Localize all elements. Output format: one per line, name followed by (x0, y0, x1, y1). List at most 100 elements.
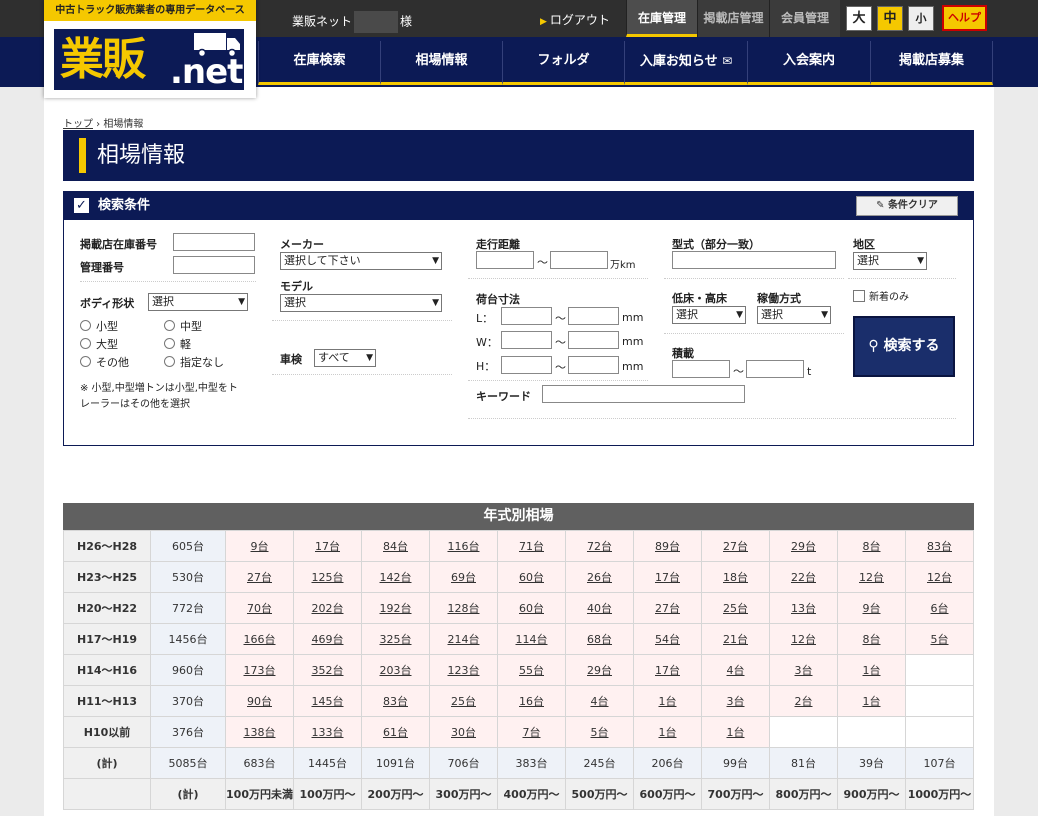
count-link-cell[interactable]: 90台 (225, 685, 294, 717)
nav-market-info[interactable]: 相場情報 (380, 41, 502, 85)
count-link-cell[interactable]: 68台 (565, 623, 634, 655)
count-link-cell[interactable]: 1台 (633, 685, 702, 717)
manage-no-input[interactable] (173, 256, 255, 274)
count-link-cell[interactable]: 17台 (633, 654, 702, 686)
count-link-cell[interactable]: 13台 (769, 592, 838, 624)
count-link-cell[interactable]: 29台 (565, 654, 634, 686)
count-link-cell[interactable]: 12台 (905, 561, 974, 593)
nav-folder[interactable]: フォルダ (502, 41, 624, 85)
bed-l-max-input[interactable] (568, 307, 619, 325)
count-link-cell[interactable]: 138台 (225, 716, 294, 748)
count-link-cell[interactable]: 17台 (293, 530, 362, 562)
font-size-small-button[interactable]: 小 (908, 6, 934, 31)
count-link-cell[interactable]: 4台 (565, 685, 634, 717)
radio-large[interactable]: 大型 (80, 336, 118, 352)
count-link-cell[interactable]: 21台 (701, 623, 770, 655)
count-link-cell[interactable]: 83台 (905, 530, 974, 562)
tab-stock-management[interactable]: 在庫管理 (626, 0, 697, 37)
clear-conditions-button[interactable]: ✎ 条件クリア (856, 196, 958, 216)
count-link-cell[interactable]: 71台 (497, 530, 566, 562)
count-link-cell[interactable]: 352台 (293, 654, 362, 686)
load-max-input[interactable] (746, 360, 804, 378)
count-link-cell[interactable]: 72台 (565, 530, 634, 562)
region-select[interactable]: 選択 ▼ (853, 252, 927, 270)
font-size-medium-button[interactable]: 中 (877, 6, 903, 31)
count-link-cell[interactable]: 1台 (837, 685, 906, 717)
count-link-cell[interactable]: 12台 (837, 561, 906, 593)
count-link-cell[interactable]: 192台 (361, 592, 430, 624)
count-link-cell[interactable]: 214台 (429, 623, 498, 655)
count-link-cell[interactable]: 5台 (905, 623, 974, 655)
count-link-cell[interactable]: 9台 (837, 592, 906, 624)
count-link-cell[interactable]: 1台 (633, 716, 702, 748)
count-link-cell[interactable]: 4台 (701, 654, 770, 686)
count-link-cell[interactable]: 29台 (769, 530, 838, 562)
nav-stock-search[interactable]: 在庫検索 (258, 41, 380, 85)
bed-w-max-input[interactable] (568, 331, 619, 349)
count-link-cell[interactable]: 5台 (565, 716, 634, 748)
count-link-cell[interactable]: 12台 (769, 623, 838, 655)
count-link-cell[interactable]: 133台 (293, 716, 362, 748)
count-link-cell[interactable]: 325台 (361, 623, 430, 655)
bed-h-max-input[interactable] (568, 356, 619, 374)
count-link-cell[interactable]: 83台 (361, 685, 430, 717)
count-link-cell[interactable]: 116台 (429, 530, 498, 562)
count-link-cell[interactable]: 173台 (225, 654, 294, 686)
inspection-select[interactable]: すべて ▼ (314, 349, 376, 367)
count-link-cell[interactable]: 61台 (361, 716, 430, 748)
count-link-cell[interactable]: 125台 (293, 561, 362, 593)
count-link-cell[interactable]: 203台 (361, 654, 430, 686)
count-link-cell[interactable]: 2台 (769, 685, 838, 717)
tab-member-management[interactable]: 会員管理 (769, 0, 840, 37)
floor-select[interactable]: 選択 ▼ (672, 306, 746, 324)
listing-no-input[interactable] (173, 233, 255, 251)
count-link-cell[interactable]: 22台 (769, 561, 838, 593)
bed-l-min-input[interactable] (501, 307, 552, 325)
count-link-cell[interactable]: 70台 (225, 592, 294, 624)
mileage-min-input[interactable] (476, 251, 534, 269)
mileage-max-input[interactable] (550, 251, 608, 269)
tab-listing-management[interactable]: 掲載店管理 (697, 0, 769, 37)
radio-other[interactable]: その他 (80, 354, 129, 370)
count-link-cell[interactable]: 25台 (429, 685, 498, 717)
help-button[interactable]: ヘルプ (942, 5, 987, 31)
count-link-cell[interactable]: 166台 (225, 623, 294, 655)
radio-light[interactable]: 軽 (164, 336, 191, 352)
count-link-cell[interactable]: 123台 (429, 654, 498, 686)
count-link-cell[interactable]: 25台 (701, 592, 770, 624)
count-link-cell[interactable]: 27台 (225, 561, 294, 593)
maker-select[interactable]: 選択して下さい ▼ (280, 252, 442, 270)
count-link-cell[interactable]: 27台 (701, 530, 770, 562)
count-link-cell[interactable]: 145台 (293, 685, 362, 717)
count-link-cell[interactable]: 17台 (633, 561, 702, 593)
count-link-cell[interactable]: 114台 (497, 623, 566, 655)
count-link-cell[interactable]: 60台 (497, 561, 566, 593)
radio-small[interactable]: 小型 (80, 318, 118, 334)
nav-arrival-notice[interactable]: 入庫お知らせ ✉ (624, 41, 747, 85)
search-button[interactable]: ⚲ 検索する (853, 316, 955, 377)
site-logo[interactable]: 中古トラック販売業者の専用データベース 業販 .net (44, 0, 256, 98)
operation-select[interactable]: 選択 ▼ (757, 306, 831, 324)
count-link-cell[interactable]: 60台 (497, 592, 566, 624)
count-link-cell[interactable]: 40台 (565, 592, 634, 624)
count-link-cell[interactable]: 84台 (361, 530, 430, 562)
model-select[interactable]: 選択 ▼ (280, 294, 442, 312)
count-link-cell[interactable]: 7台 (497, 716, 566, 748)
bed-w-min-input[interactable] (501, 331, 552, 349)
type-input[interactable] (672, 251, 836, 269)
nav-membership[interactable]: 入会案内 (747, 41, 870, 85)
count-link-cell[interactable]: 6台 (905, 592, 974, 624)
radio-medium[interactable]: 中型 (164, 318, 202, 334)
count-link-cell[interactable]: 18台 (701, 561, 770, 593)
count-link-cell[interactable]: 3台 (769, 654, 838, 686)
count-link-cell[interactable]: 69台 (429, 561, 498, 593)
body-shape-select[interactable]: 選択 ▼ (148, 293, 248, 311)
count-link-cell[interactable]: 27台 (633, 592, 702, 624)
new-only-checkbox[interactable]: 新着のみ (853, 288, 909, 303)
count-link-cell[interactable]: 1台 (701, 716, 770, 748)
count-link-cell[interactable]: 26台 (565, 561, 634, 593)
count-link-cell[interactable]: 9台 (225, 530, 294, 562)
breadcrumb-top[interactable]: トップ (63, 119, 93, 130)
count-link-cell[interactable]: 1台 (837, 654, 906, 686)
logout-link[interactable]: ▶ ログアウト (540, 11, 610, 28)
